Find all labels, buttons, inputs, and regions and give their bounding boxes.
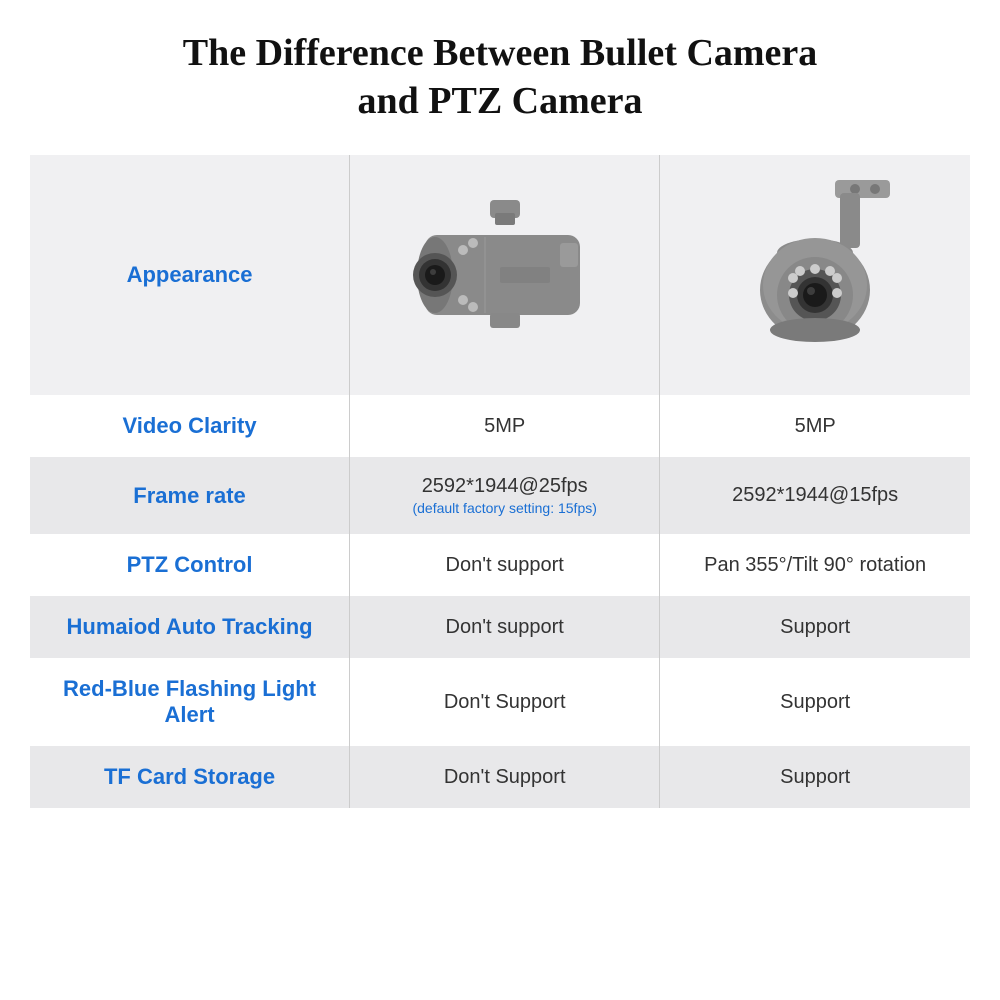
auto-tracking-ptz-value: Support [780,616,850,638]
ptz-control-bullet-value: Don't support [446,554,564,576]
title-line2: and PTZ Camera [358,80,643,122]
title-section: The Difference Between Bullet Camera and… [30,30,970,125]
ptz-control-bullet-cell: Don't support [350,534,660,596]
tf-card-bullet-cell: Don't Support [350,746,660,808]
tf-card-ptz-cell: Support [660,746,970,808]
auto-tracking-ptz-cell: Support [660,596,970,658]
tf-card-ptz-value: Support [780,766,850,788]
flash-alert-row: Red-Blue Flashing Light Alert Don't Supp… [30,658,970,746]
frame-rate-label-cell: Frame rate [30,457,350,534]
video-clarity-label-cell: Video Clarity [30,395,350,457]
video-clarity-label: Video Clarity [123,413,257,438]
bullet-camera-image [360,165,649,385]
ptz-camera-image [670,165,960,385]
flash-alert-ptz-value: Support [780,691,850,713]
auto-tracking-label-cell: Humaiod Auto Tracking [30,596,350,658]
auto-tracking-bullet-cell: Don't support [350,596,660,658]
tf-card-bullet-value: Don't Support [444,766,566,788]
ptz-control-row: PTZ Control Don't support Pan 355°/Tilt … [30,534,970,596]
video-clarity-bullet-value: 5MP [484,415,525,437]
flash-alert-bullet-cell: Don't Support [350,658,660,746]
ptz-control-label: PTZ Control [127,552,253,577]
auto-tracking-label: Humaiod Auto Tracking [67,614,313,639]
frame-rate-ptz-value: 2592*1944@15fps [732,484,898,506]
flash-alert-label-cell: Red-Blue Flashing Light Alert [30,658,350,746]
frame-rate-bullet-sub: (default factory setting: 15fps) [370,500,639,516]
bullet-camera-svg [405,195,605,355]
title-line1: The Difference Between Bullet Camera [183,32,818,74]
tf-card-label-cell: TF Card Storage [30,746,350,808]
main-title: The Difference Between Bullet Camera and… [30,30,970,125]
video-clarity-ptz-cell: 5MP [660,395,970,457]
video-clarity-ptz-value: 5MP [795,415,836,437]
tf-card-row: TF Card Storage Don't Support Support [30,746,970,808]
ptz-control-ptz-value: Pan 355°/Tilt 90° rotation [704,554,926,576]
comparison-table: Appearance [30,155,970,808]
frame-rate-ptz-cell: 2592*1944@15fps [660,457,970,534]
auto-tracking-row: Humaiod Auto Tracking Don't support Supp… [30,596,970,658]
ptz-camera-svg [725,175,905,375]
flash-alert-bullet-value: Don't Support [444,691,566,713]
appearance-row: Appearance [30,155,970,395]
auto-tracking-bullet-value: Don't support [446,616,564,638]
page-wrapper: The Difference Between Bullet Camera and… [0,0,1000,1000]
frame-rate-bullet-value: 2592*1944@25fps [422,475,588,497]
appearance-ptz-cell [660,155,970,395]
ptz-control-label-cell: PTZ Control [30,534,350,596]
flash-alert-label: Red-Blue Flashing Light Alert [63,676,316,727]
appearance-label: Appearance [127,262,253,287]
video-clarity-row: Video Clarity 5MP 5MP [30,395,970,457]
frame-rate-label: Frame rate [133,483,246,508]
video-clarity-bullet-cell: 5MP [350,395,660,457]
ptz-control-ptz-cell: Pan 355°/Tilt 90° rotation [660,534,970,596]
tf-card-label: TF Card Storage [104,764,275,789]
appearance-bullet-cell [350,155,660,395]
appearance-label-cell: Appearance [30,155,350,395]
frame-rate-bullet-cell: 2592*1944@25fps (default factory setting… [350,457,660,534]
frame-rate-row: Frame rate 2592*1944@25fps (default fact… [30,457,970,534]
flash-alert-ptz-cell: Support [660,658,970,746]
